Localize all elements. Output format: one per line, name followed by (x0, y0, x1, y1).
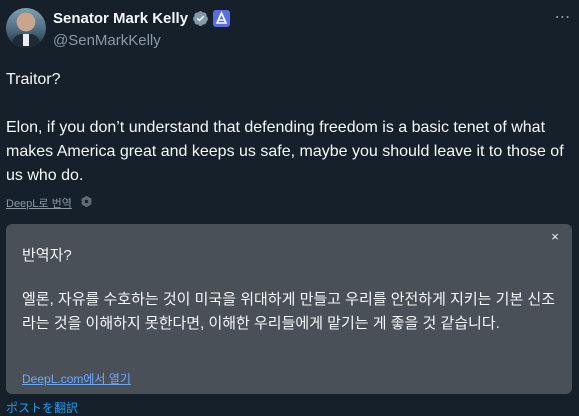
affiliation-badge-icon (213, 10, 230, 27)
close-icon[interactable]: × (548, 230, 562, 244)
translate-post-link[interactable]: ポストを翻訳 (6, 399, 78, 416)
translation-body: 엘론, 자유를 수호하는 것이 미국을 위대하게 만들고 우리를 안전하게 지키… (22, 291, 556, 332)
tweet-text: Traitor? Elon, if you don’t understand t… (6, 68, 572, 188)
author-name[interactable]: Senator Mark Kelly (53, 10, 188, 27)
open-in-deepl-link[interactable]: DeepL.com에서 열기 (22, 370, 131, 387)
more-options-icon[interactable]: ⋯ (553, 8, 573, 28)
tweet-line-1: Traitor? (6, 71, 61, 88)
deepl-logo-icon (81, 195, 92, 208)
verified-badge-icon (193, 11, 208, 26)
translation-title: 반역자? (22, 247, 72, 264)
author-handle[interactable]: @SenMarkKelly (53, 32, 161, 49)
avatar-collar (23, 34, 29, 46)
deepl-translate-link[interactable]: DeepL로 번역 (6, 195, 72, 211)
tweet-line-2: Elon, if you don’t understand that defen… (6, 119, 564, 184)
translation-panel: × 반역자? 엘론, 자유를 수호하는 것이 미국을 위대하게 만들고 우리를 … (6, 224, 572, 394)
avatar[interactable] (6, 8, 46, 48)
